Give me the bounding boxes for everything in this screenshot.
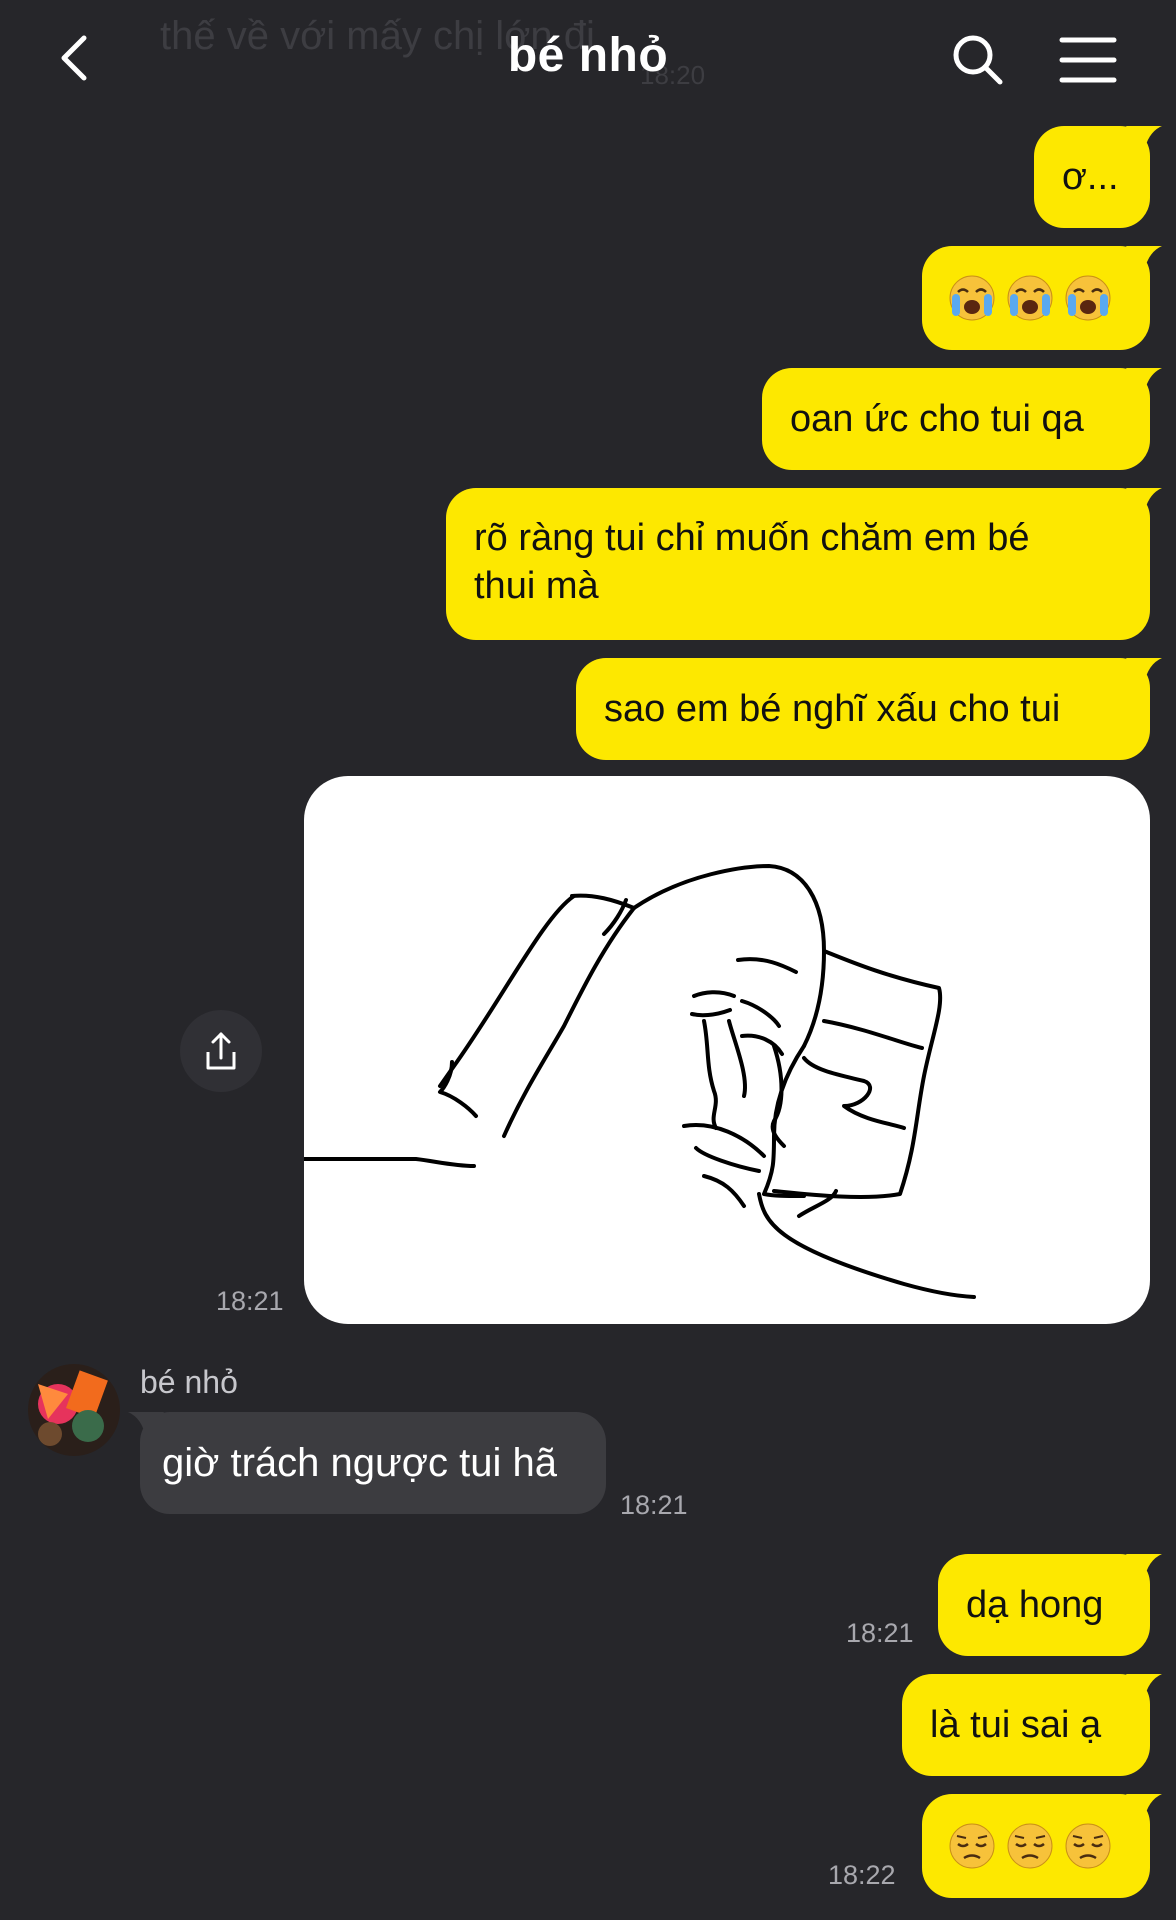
image-message[interactable]: [304, 776, 1150, 1324]
message-text: dạ hong: [966, 1584, 1104, 1626]
message-text: là tui sai ạ: [930, 1704, 1102, 1746]
bubble-tail: [1126, 1674, 1162, 1700]
message-time: 18:21: [216, 1286, 284, 1316]
sender-name: bé nhỏ: [140, 1364, 238, 1400]
emoji-row: [948, 274, 1112, 322]
bubble-tail: [1126, 368, 1162, 394]
outgoing-message[interactable]: oan ức cho tui qa: [762, 368, 1162, 470]
message-text-block: rõ ràng tui chỉ muốn chăm em bé thui mà: [474, 514, 1030, 610]
message-text: oan ức cho tui qa: [790, 398, 1084, 440]
bubble-tail: [1126, 1794, 1162, 1820]
crying-face-icon: [1007, 275, 1053, 321]
share-icon: [206, 1032, 236, 1070]
avatar[interactable]: [28, 1364, 120, 1456]
bubble-tail: [1126, 1554, 1162, 1580]
outgoing-message[interactable]: là tui sai ạ: [902, 1674, 1162, 1776]
crying-face-icon: [949, 275, 995, 321]
message-time: 18:21: [620, 1490, 688, 1520]
bubble-tail: [1126, 126, 1162, 152]
crying-sketch-image: [304, 864, 976, 1299]
message-line: thui mà: [474, 565, 599, 607]
menu-button[interactable]: [1056, 30, 1120, 90]
outgoing-message[interactable]: [922, 1794, 1162, 1898]
share-button[interactable]: [180, 1010, 262, 1092]
outgoing-message[interactable]: ơ...: [1034, 126, 1162, 228]
message-text: sao em bé nghĩ xấu cho tui: [604, 688, 1061, 730]
outgoing-message[interactable]: sao em bé nghĩ xấu cho tui: [576, 658, 1162, 760]
search-icon: [953, 35, 1003, 85]
crying-face-icon: [1065, 275, 1111, 321]
bubble-tail: [1126, 658, 1162, 684]
avatar-image: [28, 1364, 120, 1456]
bubble-tail: [1126, 488, 1162, 514]
emoji-row: [948, 1822, 1112, 1870]
bubble-tail: [128, 1412, 164, 1438]
incoming-message[interactable]: giờ trách ngược tui hã: [128, 1412, 606, 1514]
chat-header: thế về với mấy chị lớn đi 18:20 bé nhỏ: [0, 0, 1176, 116]
message-time: 18:22: [828, 1860, 896, 1890]
message-time: 18:21: [846, 1618, 914, 1648]
outgoing-message[interactable]: [922, 246, 1162, 350]
pensive-face-icon: [1065, 1823, 1111, 1869]
pensive-face-icon: [949, 1823, 995, 1869]
hamburger-menu-icon: [1059, 37, 1117, 83]
outgoing-message[interactable]: rõ ràng tui chỉ muốn chăm em bé thui mà: [446, 488, 1162, 640]
message-line: rõ ràng tui chỉ muốn chăm em bé: [474, 517, 1030, 559]
pensive-face-icon: [1007, 1823, 1053, 1869]
message-text: giờ trách ngược tui hã: [162, 1440, 557, 1485]
message-text: ơ...: [1062, 156, 1119, 198]
bubble-tail: [1126, 246, 1162, 272]
search-button[interactable]: [948, 30, 1008, 90]
outgoing-message[interactable]: dạ hong: [938, 1554, 1162, 1656]
